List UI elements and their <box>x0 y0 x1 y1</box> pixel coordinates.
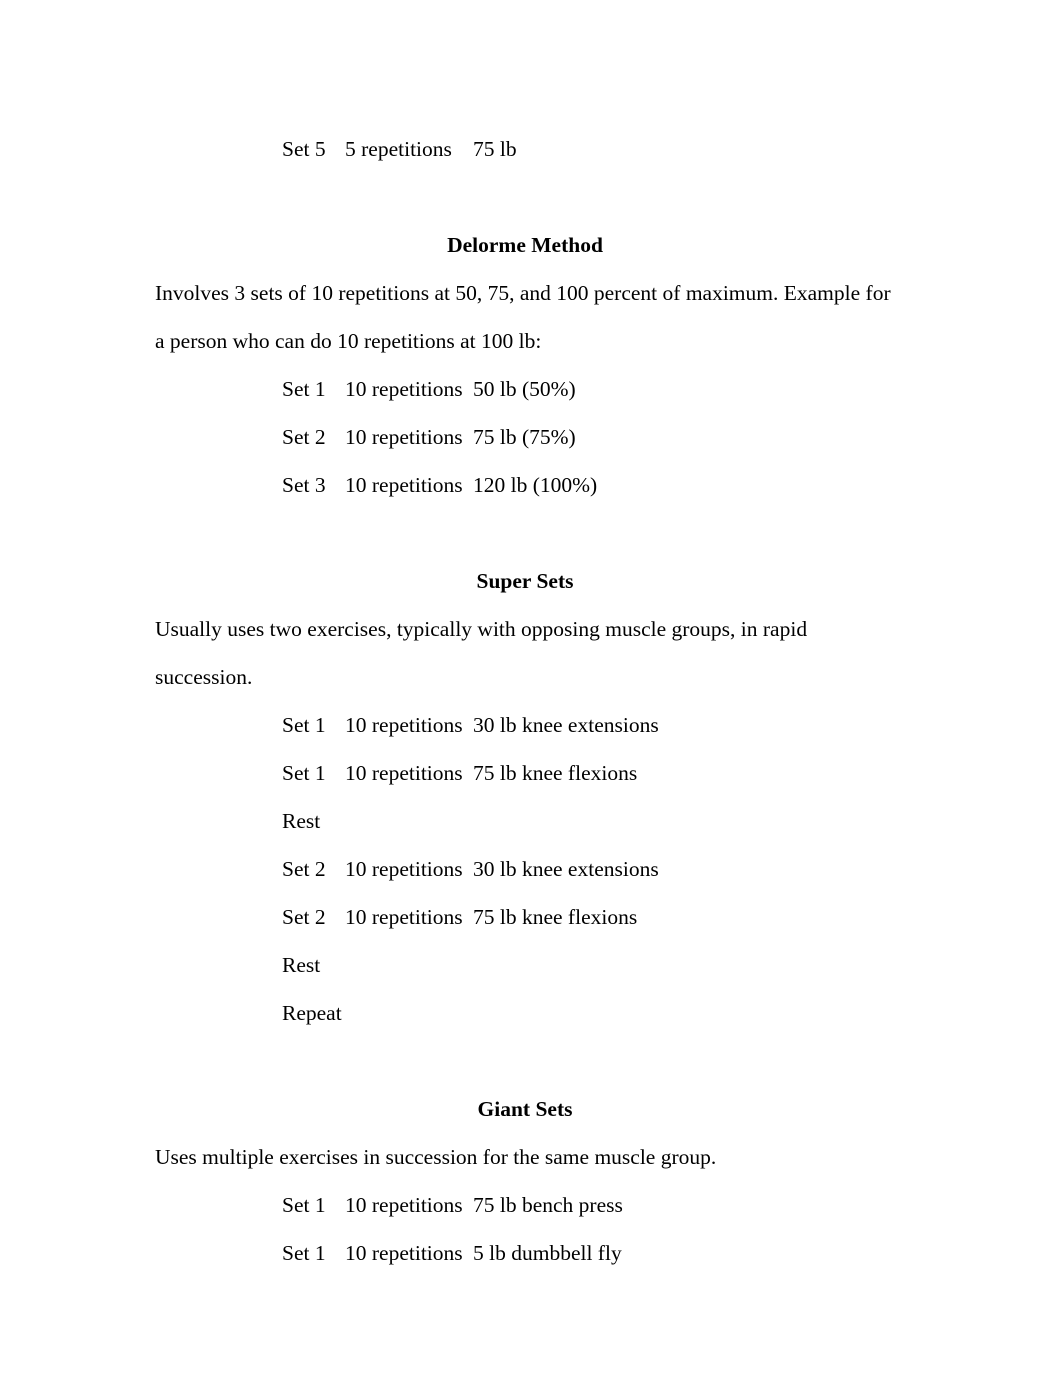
reps-label: 10 repetitions <box>345 377 463 401</box>
section-gap-spacer <box>155 509 895 557</box>
rest-row: Rest <box>155 941 895 989</box>
document-body: Set 5 5 repetitions 75 lb Delorme Method… <box>155 0 895 1277</box>
reps-label: 10 repetitions <box>345 473 463 497</box>
set-row: Set 2 10 repetitions 30 lb knee extensio… <box>155 845 895 893</box>
section-gap-spacer <box>155 1037 895 1085</box>
set-row: Set 3 10 repetitions 120 lb (100%) <box>155 461 895 509</box>
reps-label: 10 repetitions <box>345 905 463 929</box>
set-row: Set 2 10 repetitions 75 lb (75%) <box>155 413 895 461</box>
repeat-label: Repeat <box>282 1001 342 1025</box>
set-row: Set 1 10 repetitions 75 lb knee flexions <box>155 749 895 797</box>
set-label: Set 1 <box>282 377 326 401</box>
set-label: Set 3 <box>282 473 326 497</box>
set-label: Set 1 <box>282 713 326 737</box>
rest-label: Rest <box>282 953 321 977</box>
repeat-row: Repeat <box>155 989 895 1037</box>
load-label: 75 lb knee flexions <box>473 761 638 785</box>
load-label: 75 lb <box>473 137 517 161</box>
set-label: Set 2 <box>282 905 326 929</box>
section-heading-giant-sets: Giant Sets <box>477 1097 573 1121</box>
reps-label: 5 repetitions <box>345 137 452 161</box>
set-row: Set 1 10 repetitions 5 lb dumbbell fly <box>155 1229 895 1277</box>
load-label: 5 lb dumbbell fly <box>473 1241 622 1265</box>
load-label: 75 lb knee flexions <box>473 905 638 929</box>
section-paragraph-super-sets: Usually uses two exercises, typically wi… <box>155 617 808 689</box>
load-label: 30 lb knee extensions <box>473 857 659 881</box>
reps-label: 10 repetitions <box>345 1193 463 1217</box>
section-heading-delorme-method: Delorme Method <box>447 233 603 257</box>
set-row: Set 2 10 repetitions 75 lb knee flexions <box>155 893 895 941</box>
rest-label: Rest <box>282 809 321 833</box>
reps-label: 10 repetitions <box>345 761 463 785</box>
set-row: Set 1 10 repetitions 50 lb (50%) <box>155 365 895 413</box>
load-label: 50 lb (50%) <box>473 377 576 401</box>
load-label: 120 lb (100%) <box>473 473 598 497</box>
set-label: Set 1 <box>282 1193 326 1217</box>
set-label: Set 2 <box>282 425 326 449</box>
set-row: Set 5 5 repetitions 75 lb <box>155 125 895 173</box>
reps-label: 10 repetitions <box>345 425 463 449</box>
set-row: Set 1 10 repetitions 75 lb bench press <box>155 1181 895 1229</box>
load-label: 30 lb knee extensions <box>473 713 659 737</box>
set-label: Set 1 <box>282 761 326 785</box>
reps-label: 10 repetitions <box>345 1241 463 1265</box>
reps-label: 10 repetitions <box>345 713 463 737</box>
set-label: Set 2 <box>282 857 326 881</box>
section-paragraph-delorme-method: Involves 3 sets of 10 repetitions at 50,… <box>155 281 891 353</box>
document-page: Set 5 5 repetitions 75 lb Delorme Method… <box>0 0 1062 1377</box>
load-label: 75 lb bench press <box>473 1193 623 1217</box>
section-heading-super-sets: Super Sets <box>476 569 574 593</box>
section-paragraph-giant-sets: Uses multiple exercises in succession fo… <box>155 1145 717 1169</box>
set-row: Set 1 10 repetitions 30 lb knee extensio… <box>155 701 895 749</box>
section-gap-spacer <box>155 173 895 221</box>
rest-row: Rest <box>155 797 895 845</box>
top-margin-spacer <box>155 0 895 125</box>
reps-label: 10 repetitions <box>345 857 463 881</box>
set-label: Set 5 <box>282 137 326 161</box>
load-label: 75 lb (75%) <box>473 425 576 449</box>
set-label: Set 1 <box>282 1241 326 1265</box>
